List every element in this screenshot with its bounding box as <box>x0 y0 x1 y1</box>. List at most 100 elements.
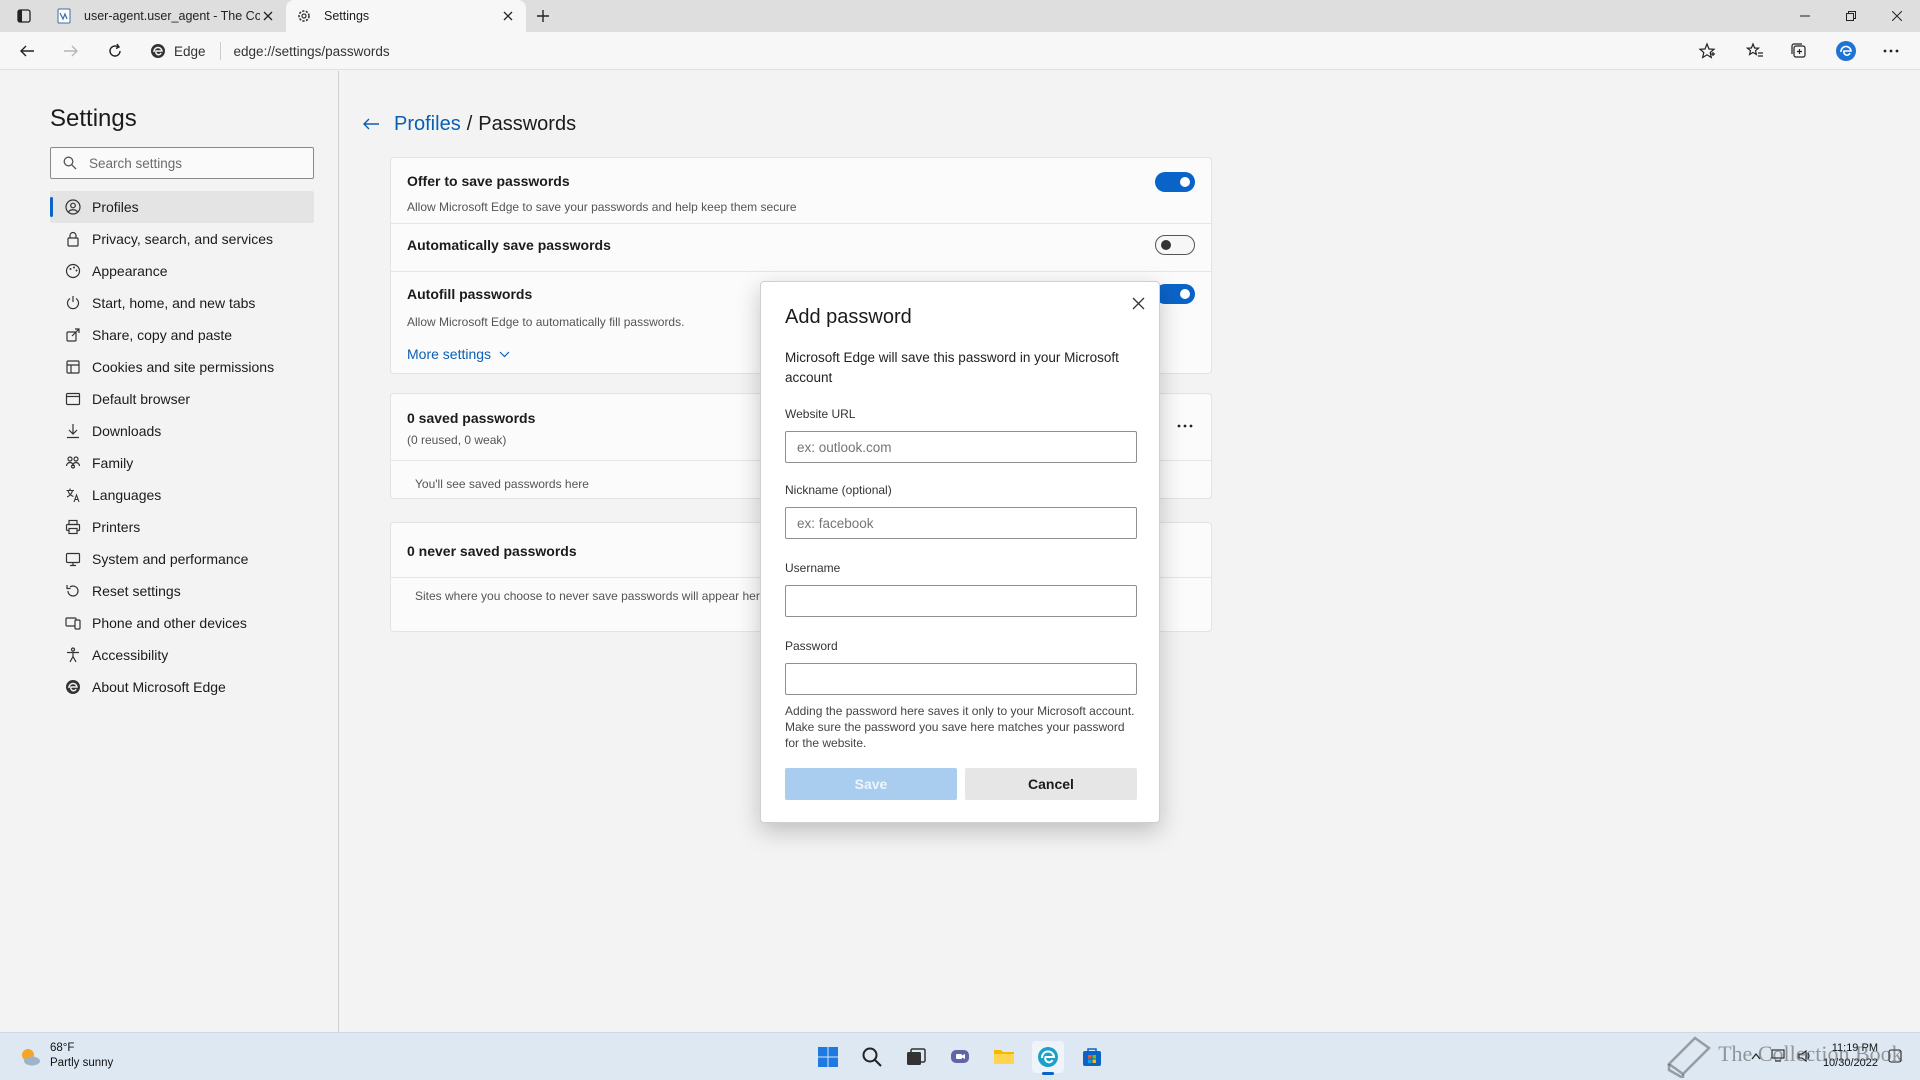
close-icon <box>1892 11 1902 21</box>
start-button[interactable] <box>812 1041 844 1073</box>
username-input[interactable] <box>785 585 1137 617</box>
breadcrumb-profiles-link[interactable]: Profiles <box>394 113 461 136</box>
sidebar-item-languages[interactable]: Languages <box>50 479 314 511</box>
password-input[interactable] <box>785 663 1137 695</box>
dialog-title: Add password <box>785 306 912 328</box>
sidebar-item-reset[interactable]: Reset settings <box>50 575 314 607</box>
back-to-profiles-button[interactable] <box>358 111 384 137</box>
store-icon <box>1083 1048 1101 1066</box>
auto-save-toggle[interactable] <box>1155 235 1195 255</box>
sidebar-item-default-browser[interactable]: Default browser <box>50 383 314 415</box>
sidebar-item-label: Profiles <box>92 199 139 215</box>
new-tab-button[interactable] <box>530 6 556 26</box>
sidebar-item-accessibility[interactable]: Accessibility <box>50 639 314 671</box>
watermark: The Collection Book <box>1665 1034 1903 1080</box>
tab-actions-icon <box>17 9 31 23</box>
sidebar-item-appearance[interactable]: Appearance <box>50 255 314 287</box>
tab-actions-button[interactable] <box>10 6 38 26</box>
autofill-toggle[interactable] <box>1155 284 1195 304</box>
profile-button[interactable] <box>1833 38 1859 64</box>
username-label: Username <box>785 561 841 575</box>
printer-icon <box>64 518 82 536</box>
password-label: Password <box>785 639 838 653</box>
weather-temp: 68°F <box>50 1042 75 1054</box>
nickname-input[interactable] <box>785 507 1137 539</box>
auto-save-title: Automatically save passwords <box>407 237 611 253</box>
add-password-dialog: Add password Microsoft Edge will save th… <box>760 281 1160 823</box>
page-title: Passwords <box>478 112 577 135</box>
task-view-button[interactable] <box>900 1041 932 1073</box>
saved-passwords-more-button[interactable] <box>1173 419 1197 433</box>
refresh-icon <box>109 43 121 57</box>
tab-title: user-agent.user_agent - The Coll <box>84 9 260 23</box>
sidebar-item-start-home[interactable]: Start, home, and new tabs <box>50 287 314 319</box>
save-button[interactable]: Save <box>785 768 957 800</box>
restore-icon <box>1846 11 1856 21</box>
search-settings-input[interactable]: Search settings <box>50 147 314 179</box>
teams-chat-button[interactable] <box>944 1041 976 1073</box>
more-menu-button[interactable] <box>1878 38 1904 64</box>
gear-icon <box>296 8 312 24</box>
sidebar-item-printers[interactable]: Printers <box>50 511 314 543</box>
edge-icon <box>64 678 82 696</box>
offer-save-description: Allow Microsoft Edge to save your passwo… <box>407 200 797 214</box>
divider <box>391 223 1211 224</box>
more-icon <box>1883 49 1899 53</box>
sidebar-item-privacy[interactable]: Privacy, search, and services <box>50 223 314 255</box>
forward-button[interactable] <box>58 38 84 64</box>
close-window-button[interactable] <box>1874 0 1920 32</box>
collections-button[interactable] <box>1786 38 1812 64</box>
phone-icon <box>64 614 82 632</box>
sidebar-item-downloads[interactable]: Downloads <box>50 415 314 447</box>
tab-user-agent[interactable]: user-agent.user_agent - The Coll <box>46 0 286 32</box>
browser-icon <box>64 390 82 408</box>
restore-button[interactable] <box>1828 0 1874 32</box>
language-icon <box>64 486 82 504</box>
breadcrumb: Profiles / Passwords <box>358 111 576 137</box>
chevron-down-icon <box>499 351 510 357</box>
dialog-close-button[interactable] <box>1127 292 1149 314</box>
sidebar-item-about[interactable]: About Microsoft Edge <box>50 671 314 703</box>
sidebar-item-system[interactable]: System and performance <box>50 543 314 575</box>
sidebar-item-cookies[interactable]: Cookies and site permissions <box>50 351 314 383</box>
appearance-icon <box>64 262 82 280</box>
autofill-title: Autofill passwords <box>407 286 533 302</box>
accessibility-icon <box>64 646 82 664</box>
collections-icon <box>1791 43 1806 58</box>
sidebar-item-label: Share, copy and paste <box>92 327 233 343</box>
close-tab-icon[interactable] <box>260 8 276 24</box>
refresh-button[interactable] <box>102 38 128 64</box>
arrow-left-icon <box>20 45 34 57</box>
weather-widget[interactable]: 68°F Partly sunny <box>18 1041 113 1071</box>
website-url-input[interactable] <box>785 431 1137 463</box>
add-favorite-button[interactable] <box>1694 38 1720 64</box>
more-icon <box>1177 424 1193 428</box>
close-tab-icon[interactable] <box>500 8 516 24</box>
dialog-note: Adding the password here saves it only t… <box>785 704 1135 750</box>
site-identity[interactable]: Edge <box>150 42 221 60</box>
search-icon <box>862 1047 882 1067</box>
address-bar[interactable]: Edge edge://settings/passwords <box>150 36 1730 66</box>
sidebar-item-label: Privacy, search, and services <box>92 231 274 247</box>
taskbar-search-button[interactable] <box>856 1041 888 1073</box>
more-settings-link[interactable]: More settings <box>407 346 510 362</box>
file-explorer-button[interactable] <box>988 1041 1020 1073</box>
sidebar-item-phone[interactable]: Phone and other devices <box>50 607 314 639</box>
offer-save-toggle[interactable] <box>1155 172 1195 192</box>
cancel-button[interactable]: Cancel <box>965 768 1137 800</box>
sidebar-item-profiles[interactable]: Profiles <box>50 191 314 223</box>
tab-settings[interactable]: Settings <box>286 0 526 32</box>
never-saved-title: 0 never saved passwords <box>407 543 577 559</box>
edge-icon <box>151 44 165 58</box>
minimize-button[interactable] <box>1782 0 1828 32</box>
sidebar-item-share[interactable]: Share, copy and paste <box>50 319 314 351</box>
back-button[interactable] <box>14 38 40 64</box>
task-view-icon <box>907 1048 926 1065</box>
sidebar-item-family[interactable]: Family <box>50 447 314 479</box>
edge-taskbar-button[interactable] <box>1032 1041 1064 1075</box>
store-button[interactable] <box>1076 1041 1108 1073</box>
sidebar-title: Settings <box>50 105 137 132</box>
sidebar-item-label: Default browser <box>92 391 191 407</box>
power-icon <box>64 294 82 312</box>
favorites-button[interactable] <box>1742 38 1768 64</box>
